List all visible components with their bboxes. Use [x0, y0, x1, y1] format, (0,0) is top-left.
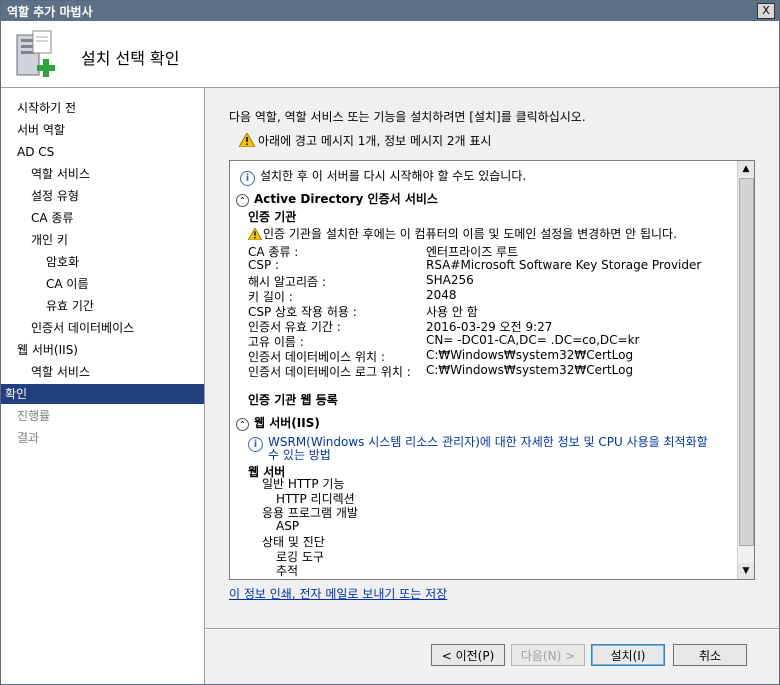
info-icon: i [248, 437, 263, 452]
message-summary: 아래에 경고 메시지 1개, 정보 메시지 2개 표시 [239, 132, 491, 149]
nav-item[interactable]: CA 이름 [46, 274, 88, 294]
nav-item[interactable]: 역할 서비스 [31, 362, 90, 382]
cancel-button[interactable]: 취소 [673, 644, 747, 666]
adcs-section-header[interactable]: ⌃ Active Directory 인증서 서비스 [236, 190, 438, 207]
next-button[interactable]: 다음(N) > [511, 644, 585, 666]
info-icon: i [240, 171, 255, 186]
window-title: 역할 추가 마법사 [7, 5, 93, 19]
detail-label: CSP : [248, 258, 280, 272]
nav-item[interactable]: 개인 키 [31, 230, 68, 250]
nav-item[interactable]: 유효 기간 [46, 296, 94, 316]
nav-item[interactable]: 암호화 [46, 252, 79, 272]
ca-title: 인증 기관 [248, 210, 297, 224]
wsrm-link-line2[interactable]: 수 있는 방법 [268, 446, 331, 463]
nav-item[interactable]: 시작하기 전 [17, 98, 76, 118]
adcs-header-text: Active Directory 인증서 서비스 [254, 192, 438, 206]
nav-item[interactable]: AD CS [17, 142, 54, 162]
ca-warning-text: 인증 기관을 설치한 후에는 이 컴퓨터의 이름 및 도메인 설정을 변경하면 … [263, 227, 677, 241]
page-heading: 설치 선택 확인 [81, 49, 180, 68]
detail-value: C:₩Windows₩system32₩CertLog [426, 348, 634, 362]
detail-value: 2048 [426, 288, 457, 302]
wizard-nav: 시작하기 전 서버 역할 AD CS 역할 서비스 설정 유형 CA 종류 개인 키 암호화 C… [1, 88, 205, 684]
detail-value: C:₩Windows₩system32₩CertLog [426, 363, 634, 377]
ca-warning: 인증 기관을 설치한 후에는 이 컴퓨터의 이름 및 도메인 설정을 변경하면 … [248, 225, 677, 242]
nav-item: 확인 [1, 384, 204, 404]
wizard-banner: 설치 선택 확인 [1, 21, 779, 88]
nav-item[interactable]: 역할 서비스 [31, 164, 90, 184]
scroll-down-icon[interactable]: ▼ [738, 563, 754, 579]
iis-section-header[interactable]: ⌃ 웹 서버(IIS) [236, 414, 320, 431]
web-enrollment-title: 인증 기관 웹 등록 [248, 393, 338, 407]
nav-item[interactable]: CA 종류 [31, 208, 73, 228]
close-button[interactable]: X [757, 3, 775, 19]
detail-value: SHA256 [426, 273, 474, 287]
message-summary-text: 아래에 경고 메시지 1개, 정보 메시지 2개 표시 [258, 134, 492, 148]
vertical-scrollbar[interactable]: ▲ ▼ [737, 161, 754, 579]
install-button[interactable]: 설치(I) [591, 644, 665, 666]
restart-message: i 설치한 후 이 서버를 다시 시작해야 할 수도 있습니다. [240, 167, 526, 186]
main-content: 다음 역할, 역할 서비스 또는 기능을 설치하려면 [설치]를 클릭하십시오.… [205, 88, 779, 684]
warning-icon [239, 133, 255, 147]
scroll-up-icon[interactable]: ▲ [738, 161, 754, 177]
server-add-icon [16, 30, 55, 77]
intro-text: 다음 역할, 역할 서비스 또는 기능을 설치하려면 [설치]를 클릭하십시오. [229, 110, 586, 124]
wizard-window: 역할 추가 마법사 X 설치 선택 확인 시작하기 전 서버 역할 AD CS 역할 … [0, 0, 780, 685]
detail-label: 인증서 데이터베이스 로그 위치 : [248, 365, 411, 379]
print-save-link[interactable]: 이 정보 인쇄, 전자 메일로 보내기 또는 저장 [229, 585, 447, 602]
nav-item: 결과 [17, 431, 40, 445]
detail-value: CN= -DC01-CA,DC= .DC=co,DC=kr [426, 333, 640, 347]
nav-item[interactable]: 서버 역할 [17, 120, 65, 140]
restart-text: 설치한 후 이 서버를 다시 시작해야 할 수도 있습니다. [260, 169, 527, 183]
detail-value: RSA#Microsoft Software Key Storage Provi… [426, 258, 702, 272]
confirmation-panel[interactable]: i 설치한 후 이 서버를 다시 시작해야 할 수도 있습니다. ⌃ Active … [229, 160, 755, 580]
collapse-icon[interactable]: ⌃ [236, 194, 249, 207]
nav-item[interactable]: 설정 유형 [31, 186, 79, 206]
wsrm-link-line1[interactable]: WSRM(Windows 시스템 리소스 관리자)에 대한 자세한 정보 및 C… [268, 435, 708, 449]
nav-item: 진행률 [17, 409, 51, 423]
title-bar[interactable]: 역할 추가 마법사 X [1, 1, 779, 21]
warning-icon [248, 228, 262, 240]
nav-item[interactable]: 웹 서버(IIS) [17, 340, 78, 360]
divider [205, 628, 779, 630]
scroll-thumb[interactable] [739, 178, 754, 546]
previous-button[interactable]: < 이전(P) [431, 644, 505, 666]
iis-header-text: 웹 서버(IIS) [254, 416, 320, 430]
collapse-icon[interactable]: ⌃ [236, 418, 249, 431]
tree-item: ASP [276, 518, 300, 533]
nav-item[interactable]: 인증서 데이터베이스 [31, 318, 134, 338]
tree-item: 추적 [276, 564, 299, 578]
